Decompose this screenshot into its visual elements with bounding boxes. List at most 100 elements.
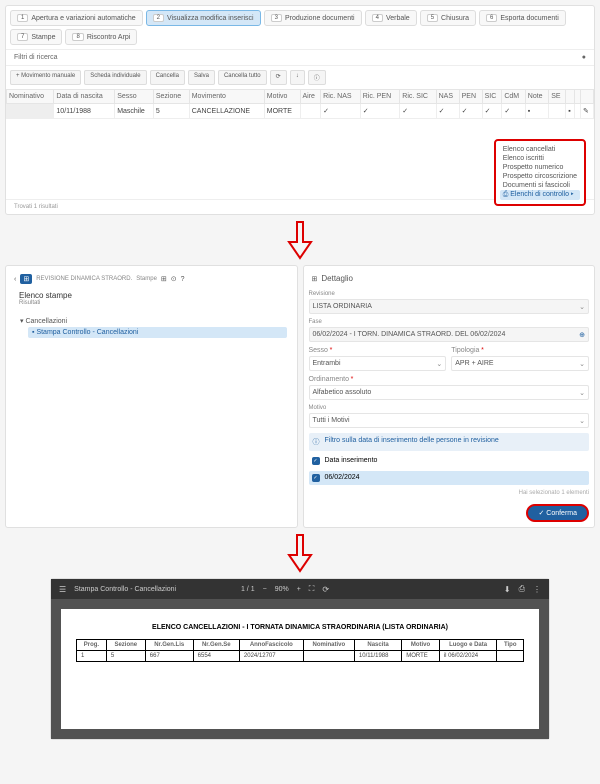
confirm-button[interactable]: ✓ Conferma bbox=[526, 504, 589, 522]
app-icon: ⊞ bbox=[20, 274, 32, 284]
back-icon[interactable]: ‹ bbox=[14, 276, 16, 283]
cell-doc-icon[interactable]: ▪ bbox=[566, 104, 575, 119]
page-indicator: 1 / 1 bbox=[241, 586, 255, 593]
filter-toggle-icon[interactable]: ● bbox=[582, 54, 586, 61]
rotate-icon[interactable]: ⟳ bbox=[322, 585, 329, 594]
step-tab[interactable]: 5Chiusura bbox=[420, 10, 476, 26]
step-tab[interactable]: 1Apertura e variazioni automatiche bbox=[10, 10, 143, 26]
tree-child-selected[interactable]: ▪ Stampa Controllo - Cancellazioni bbox=[28, 327, 287, 338]
col-header[interactable]: SIC bbox=[482, 90, 502, 104]
col-header[interactable]: Ric. PEN bbox=[360, 90, 400, 104]
col-header[interactable]: Movimento bbox=[189, 90, 264, 104]
step-tab[interactable]: 4Verbale bbox=[365, 10, 417, 26]
cell-nominativo bbox=[7, 104, 54, 119]
action-button[interactable]: + Movimento manuale bbox=[10, 70, 81, 85]
info-text: Filtro sulla data di inserimento delle p… bbox=[325, 437, 499, 447]
download-icon[interactable]: ⬇ bbox=[504, 585, 511, 594]
step-tab[interactable]: 3Produzione documenti bbox=[264, 10, 362, 26]
cell: 667 bbox=[145, 651, 193, 662]
step-tab[interactable]: 2Visualizza modifica inserisci bbox=[146, 10, 261, 26]
col-header[interactable]: Ric. NAS bbox=[321, 90, 361, 104]
checkbox-icon[interactable]: ✓ bbox=[312, 474, 320, 482]
pdf-document: ELENCO CANCELLAZIONI - I TORNATA DINAMIC… bbox=[61, 609, 539, 729]
col-header[interactable]: Ric. SIC bbox=[400, 90, 436, 104]
action-button[interactable]: Cancella tutto bbox=[218, 70, 267, 85]
fld-sesso[interactable]: Entrambi ⌄ bbox=[309, 356, 447, 371]
popup-item[interactable]: Documenti si fascicoli bbox=[500, 181, 580, 190]
pdf-title: Stampa Controllo - Cancellazioni bbox=[74, 586, 233, 593]
col-header[interactable]: Nominativo bbox=[7, 90, 54, 104]
fit-icon[interactable]: ⛶ bbox=[309, 584, 315, 594]
col-header[interactable]: Note bbox=[525, 90, 548, 104]
fld-revisione[interactable]: LISTA ORDINARIA ⌄ bbox=[309, 299, 590, 314]
cell: 2024/12707 bbox=[239, 651, 303, 662]
crumb-title: Stampe bbox=[136, 276, 157, 282]
action-button[interactable]: Scheda individuale bbox=[84, 70, 146, 85]
print-list-panel: ‹ ⊞ REVISIONE DINAMICA STRAORD. Stampe ⊞… bbox=[5, 265, 298, 528]
action-icon[interactable]: ⟳ bbox=[270, 70, 287, 85]
detail-icon: ⊞ bbox=[312, 275, 318, 283]
checkbox-icon[interactable]: ✓ bbox=[312, 457, 320, 465]
step-tab[interactable]: 6Esporta documenti bbox=[479, 10, 566, 26]
popup-item[interactable]: Prospetto circoscrizione bbox=[500, 172, 580, 181]
step-tab[interactable]: 8Riscontro Arpi bbox=[65, 29, 137, 45]
help-icon[interactable]: ? bbox=[181, 276, 185, 283]
col-header: Luogo e Data bbox=[439, 640, 497, 651]
pdf-toolbar: ☰ Stampa Controllo - Cancellazioni 1 / 1… bbox=[51, 579, 549, 599]
col-header: Nr.Gen.Se bbox=[193, 640, 239, 651]
col-header: Sezione bbox=[106, 640, 145, 651]
col-header[interactable]: Sezione bbox=[153, 90, 189, 104]
cell-note-icon[interactable]: ▪ bbox=[525, 104, 548, 119]
col-header bbox=[580, 90, 593, 104]
col-header[interactable]: NAS bbox=[436, 90, 459, 104]
zoom-out-icon[interactable]: − bbox=[263, 586, 267, 593]
action-button[interactable]: Cancella bbox=[150, 70, 185, 85]
filter-bar[interactable]: Filtri di ricerca ● bbox=[6, 49, 594, 65]
popup-item[interactable]: Elenco cancellati bbox=[500, 145, 580, 154]
col-header[interactable]: PEN bbox=[459, 90, 482, 104]
popup-item[interactable]: Prospetto numerico bbox=[500, 163, 580, 172]
col-header[interactable]: SE bbox=[549, 90, 566, 104]
list-subtitle: Risultati bbox=[19, 300, 284, 306]
pdf-viewer: ☰ Stampa Controllo - Cancellazioni 1 / 1… bbox=[50, 578, 550, 740]
tool-icon[interactable]: ⊙ bbox=[171, 275, 177, 283]
step-tab[interactable]: 7Stampe bbox=[10, 29, 62, 45]
fld-fase[interactable]: 06/02/2024 - I TORN. DINAMICA STRAORD. D… bbox=[309, 327, 590, 342]
tool-icon[interactable]: ⊞ bbox=[161, 275, 167, 283]
cell: il 06/02/2024 bbox=[439, 651, 497, 662]
col-header[interactable]: Data di nascita bbox=[54, 90, 115, 104]
action-bar: + Movimento manualeScheda individuale Can… bbox=[6, 65, 594, 89]
checkbox-row[interactable]: ✓ Data inserimento bbox=[309, 454, 590, 468]
action-icon[interactable]: ⓘ bbox=[308, 70, 326, 85]
col-header[interactable]: Motivo bbox=[264, 90, 300, 104]
popup-item[interactable]: ⎙ Elenchi di controllo ▸ bbox=[500, 190, 580, 200]
action-button[interactable]: Salva bbox=[188, 70, 215, 85]
more-icon[interactable]: ⋮ bbox=[533, 585, 541, 594]
tree-parent[interactable]: ▾ Cancellazioni bbox=[16, 315, 287, 327]
cell: 5 bbox=[106, 651, 145, 662]
step-toolbar: 1Apertura e variazioni automatiche2Visua… bbox=[6, 6, 594, 49]
cell: 1 bbox=[77, 651, 107, 662]
col-header[interactable]: Sesso bbox=[115, 90, 154, 104]
cell-edit-icon[interactable]: ✎ bbox=[580, 104, 593, 119]
cell-se bbox=[549, 104, 566, 119]
list-title: Elenco stampe bbox=[19, 291, 284, 300]
checkbox-row-selected[interactable]: ✓ 06/02/2024 bbox=[309, 471, 590, 485]
cell bbox=[303, 651, 354, 662]
print-icon[interactable]: ⎙ bbox=[519, 584, 525, 594]
cell-sez: 5 bbox=[153, 104, 189, 119]
action-icon[interactable]: ↓ bbox=[290, 70, 305, 85]
popup-item[interactable]: Elenco iscritti bbox=[500, 154, 580, 163]
col-header[interactable]: Aire bbox=[300, 90, 321, 104]
fld-ordinamento[interactable]: Alfabetico assoluto ⌄ bbox=[309, 385, 590, 400]
panel-records: 1Apertura e variazioni automatiche2Visua… bbox=[5, 5, 595, 215]
cell-check: ✓ bbox=[400, 104, 436, 119]
menu-icon[interactable]: ☰ bbox=[59, 585, 66, 594]
fld-tipologia[interactable]: APR + AIRE ⌄ bbox=[451, 356, 589, 371]
info-icon: ⓘ bbox=[313, 437, 320, 447]
table-row[interactable]: 10/11/1988 Maschile 5 CANCELLAZIONE MORT… bbox=[7, 104, 594, 119]
col-header bbox=[566, 90, 575, 104]
fld-motivo[interactable]: Tutti i Motivi ⌄ bbox=[309, 413, 590, 428]
zoom-in-icon[interactable]: + bbox=[297, 586, 301, 593]
col-header[interactable]: CdM bbox=[502, 90, 525, 104]
